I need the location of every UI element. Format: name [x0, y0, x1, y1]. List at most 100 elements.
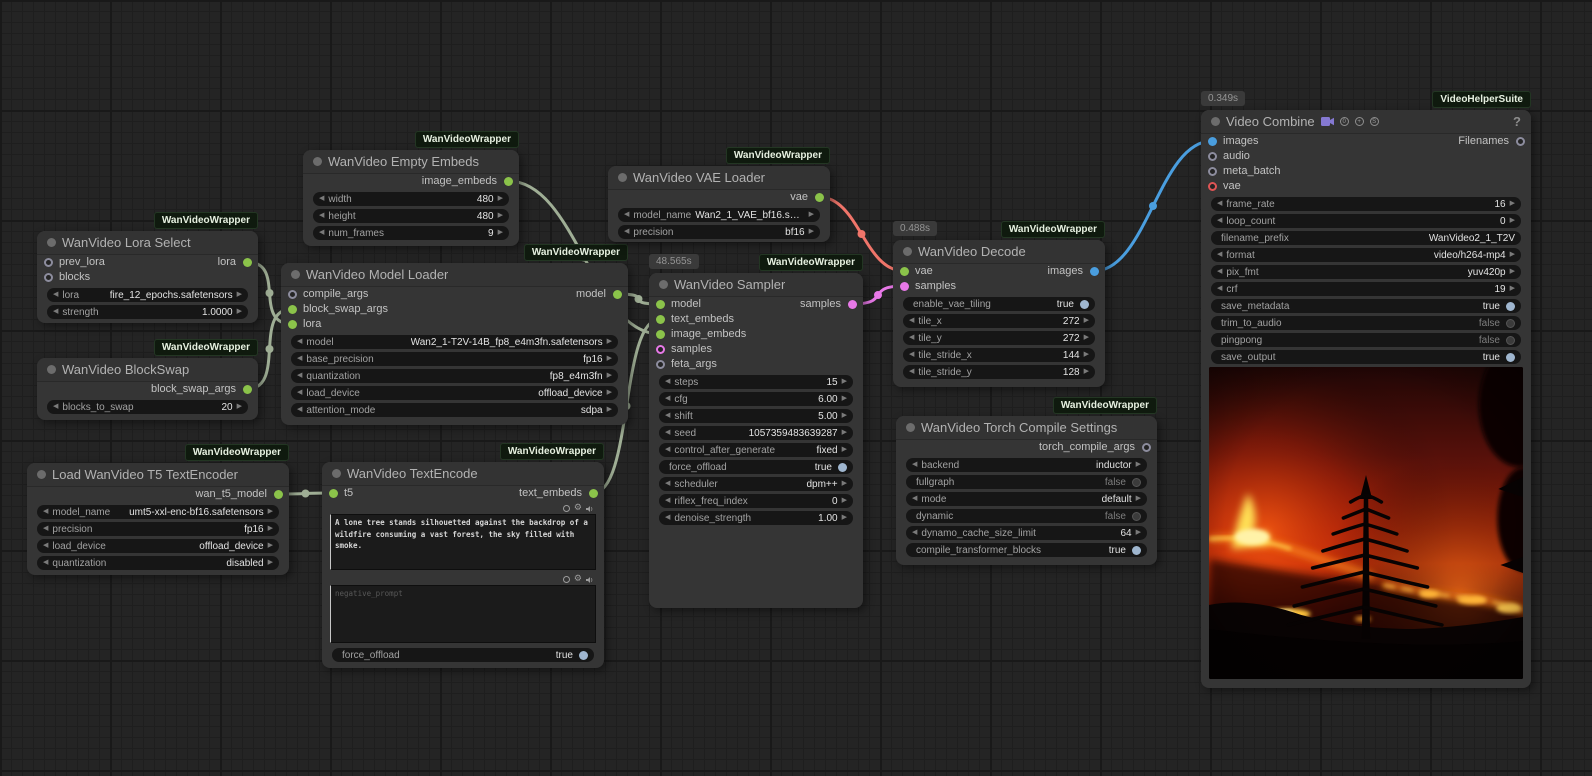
- toggle-dot[interactable]: [1132, 546, 1141, 555]
- combo-widget-load_device[interactable]: ◀load_deviceoffload_device▶: [291, 386, 618, 400]
- increment-arrow-icon[interactable]: ▶: [237, 305, 242, 319]
- decrement-arrow-icon[interactable]: ◀: [665, 477, 670, 491]
- node-decode[interactable]: 0.488sWanVideoWrapperWanVideo Decodevaes…: [893, 240, 1105, 387]
- increment-arrow-icon[interactable]: ▶: [498, 192, 503, 206]
- decrement-arrow-icon[interactable]: ◀: [43, 539, 48, 553]
- node-title-bar[interactable]: WanVideo Torch Compile Settings: [896, 416, 1157, 440]
- combo-widget-precision[interactable]: ◀precisionbf16▶: [618, 225, 820, 239]
- collapse-dot-icon[interactable]: [332, 469, 341, 478]
- decrement-arrow-icon[interactable]: ◀: [665, 409, 670, 423]
- increment-arrow-icon[interactable]: ▶: [842, 477, 847, 491]
- number-widget-height[interactable]: ◀height480▶: [313, 209, 509, 223]
- gear-icon[interactable]: ⚙: [574, 575, 582, 584]
- decrement-arrow-icon[interactable]: ◀: [665, 443, 670, 457]
- decrement-arrow-icon[interactable]: ◀: [297, 369, 302, 383]
- increment-arrow-icon[interactable]: ▶: [842, 494, 847, 508]
- toggle-widget-save_metadata[interactable]: save_metadatatrue: [1211, 299, 1521, 313]
- badge-s-icon[interactable]: S: [1370, 117, 1379, 126]
- increment-arrow-icon[interactable]: ▶: [607, 335, 612, 349]
- increment-arrow-icon[interactable]: ▶: [237, 288, 242, 302]
- increment-arrow-icon[interactable]: ▶: [607, 352, 612, 366]
- toggle-widget-dynamic[interactable]: dynamicfalse: [906, 509, 1147, 523]
- increment-arrow-icon[interactable]: ▶: [842, 409, 847, 423]
- combo-widget-quantization[interactable]: ◀quantizationfp8_e4m3fn▶: [291, 369, 618, 383]
- increment-arrow-icon[interactable]: ▶: [607, 403, 612, 417]
- speaker-icon[interactable]: [586, 576, 594, 584]
- increment-arrow-icon[interactable]: ▶: [1510, 197, 1515, 211]
- increment-arrow-icon[interactable]: ▶: [1136, 458, 1141, 472]
- toggle-widget-force_offload[interactable]: force_offloadtrue: [332, 648, 594, 662]
- node-title-bar[interactable]: Load WanVideo T5 TextEncoder: [27, 463, 289, 487]
- decrement-arrow-icon[interactable]: ◀: [297, 335, 302, 349]
- link-midpoint-dot[interactable]: [635, 295, 643, 303]
- output-port-images[interactable]: [1090, 267, 1099, 276]
- node-title-bar[interactable]: WanVideo Decode: [893, 240, 1105, 264]
- decrement-arrow-icon[interactable]: ◀: [297, 403, 302, 417]
- node-title-bar[interactable]: WanVideo Lora Select: [37, 231, 258, 255]
- output-port-image_embeds[interactable]: [504, 177, 513, 186]
- toggle-widget-fullgraph[interactable]: fullgraphfalse: [906, 475, 1147, 489]
- node-title-bar[interactable]: WanVideo Model Loader: [281, 263, 628, 287]
- increment-arrow-icon[interactable]: ▶: [842, 375, 847, 389]
- link-midpoint-dot[interactable]: [874, 291, 882, 299]
- increment-arrow-icon[interactable]: ▶: [268, 522, 273, 536]
- combo-widget-base_precision[interactable]: ◀base_precisionfp16▶: [291, 352, 618, 366]
- toggle-dot[interactable]: [1132, 478, 1141, 487]
- node-torch-compile[interactable]: WanVideoWrapperWanVideo Torch Compile Se…: [896, 416, 1157, 565]
- collapse-dot-icon[interactable]: [618, 173, 627, 182]
- input-port-images[interactable]: [1208, 137, 1217, 146]
- decrement-arrow-icon[interactable]: ◀: [1217, 214, 1222, 228]
- decrement-arrow-icon[interactable]: ◀: [43, 505, 48, 519]
- decrement-arrow-icon[interactable]: ◀: [909, 348, 914, 362]
- link-midpoint-dot[interactable]: [266, 345, 274, 353]
- input-port-block_swap_args[interactable]: [288, 305, 297, 314]
- node-title-bar[interactable]: WanVideo Empty Embeds: [303, 150, 519, 174]
- decrement-arrow-icon[interactable]: ◀: [53, 400, 58, 414]
- decrement-arrow-icon[interactable]: ◀: [909, 365, 914, 379]
- node-lora-select[interactable]: WanVideoWrapperWanVideo Lora Selectprev_…: [37, 231, 258, 323]
- toggle-dot[interactable]: [1506, 353, 1515, 362]
- negative-prompt-textarea[interactable]: negative_prompt: [330, 585, 596, 643]
- collapse-dot-icon[interactable]: [1211, 117, 1220, 126]
- speaker-icon[interactable]: [586, 505, 594, 513]
- increment-arrow-icon[interactable]: ▶: [498, 226, 503, 240]
- combo-widget-quantization[interactable]: ◀quantizationdisabled▶: [37, 556, 279, 570]
- toggle-widget-save_output[interactable]: save_outputtrue: [1211, 350, 1521, 364]
- toggle-widget-pingpong[interactable]: pingpongfalse: [1211, 333, 1521, 347]
- decrement-arrow-icon[interactable]: ◀: [912, 526, 917, 540]
- combo-widget-attention_mode[interactable]: ◀attention_modesdpa▶: [291, 403, 618, 417]
- output-port-Filenames[interactable]: [1516, 137, 1525, 146]
- decrement-arrow-icon[interactable]: ◀: [319, 209, 324, 223]
- input-port-text_embeds[interactable]: [656, 315, 665, 324]
- decrement-arrow-icon[interactable]: ◀: [624, 225, 629, 239]
- number-widget-shift[interactable]: ◀shift5.00▶: [659, 409, 853, 423]
- link-midpoint-dot[interactable]: [302, 490, 310, 498]
- badge-plus-icon[interactable]: +: [1355, 117, 1364, 126]
- toggle-widget-trim_to_audio[interactable]: trim_to_audiofalse: [1211, 316, 1521, 330]
- decrement-arrow-icon[interactable]: ◀: [1217, 265, 1222, 279]
- number-widget-frame_rate[interactable]: ◀frame_rate16▶: [1211, 197, 1521, 211]
- input-port-vae[interactable]: [900, 267, 909, 276]
- node-blockswap[interactable]: WanVideoWrapperWanVideo BlockSwapblock_s…: [37, 358, 258, 420]
- combo-widget-model_name[interactable]: ◀model_nameWan2_1_VAE_bf16.safete...▶: [618, 208, 820, 222]
- circle-icon[interactable]: [563, 576, 570, 583]
- input-port-compile_args[interactable]: [288, 290, 297, 299]
- number-widget-tile_stride_x[interactable]: ◀tile_stride_x144▶: [903, 348, 1095, 362]
- decrement-arrow-icon[interactable]: ◀: [297, 386, 302, 400]
- input-port-vae[interactable]: [1208, 182, 1217, 191]
- decrement-arrow-icon[interactable]: ◀: [1217, 248, 1222, 262]
- number-widget-crf[interactable]: ◀crf19▶: [1211, 282, 1521, 296]
- combo-widget-backend[interactable]: ◀backendinductor▶: [906, 458, 1147, 472]
- number-widget-tile_x[interactable]: ◀tile_x272▶: [903, 314, 1095, 328]
- combo-widget-pix_fmt[interactable]: ◀pix_fmtyuv420p▶: [1211, 265, 1521, 279]
- toggle-dot[interactable]: [579, 651, 588, 660]
- number-widget-width[interactable]: ◀width480▶: [313, 192, 509, 206]
- decrement-arrow-icon[interactable]: ◀: [665, 511, 670, 525]
- circle-icon[interactable]: [563, 505, 570, 512]
- increment-arrow-icon[interactable]: ▶: [237, 400, 242, 414]
- input-port-feta_args[interactable]: [656, 360, 665, 369]
- output-port-vae[interactable]: [815, 193, 824, 202]
- number-widget-cfg[interactable]: ◀cfg6.00▶: [659, 392, 853, 406]
- combo-widget-precision[interactable]: ◀precisionfp16▶: [37, 522, 279, 536]
- toggle-dot[interactable]: [838, 463, 847, 472]
